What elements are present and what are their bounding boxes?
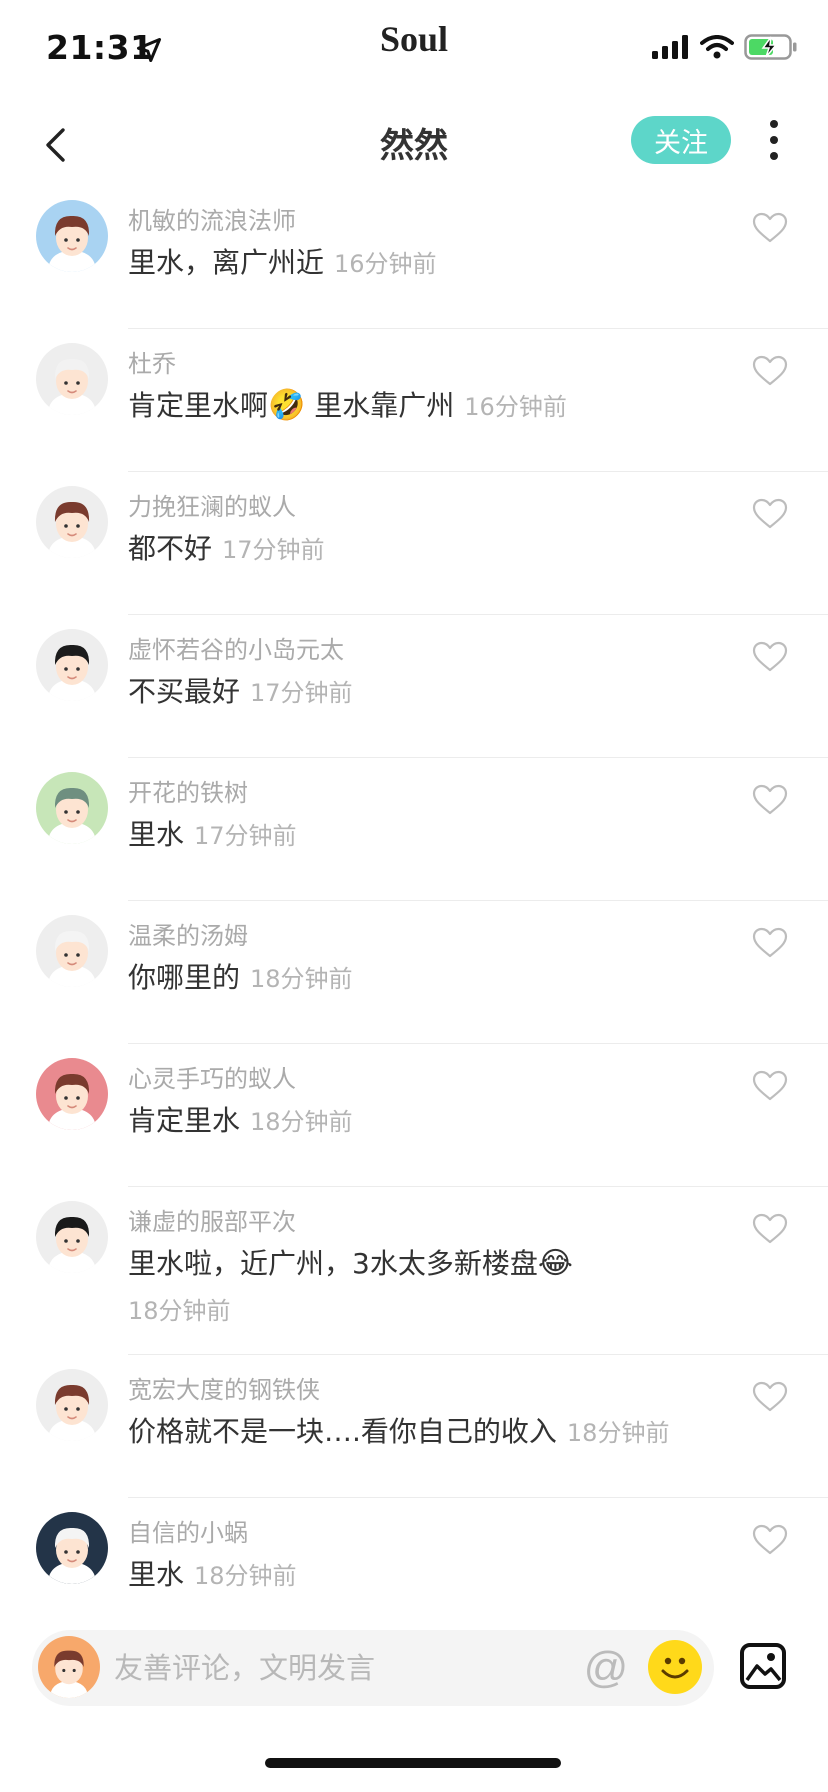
- follow-button[interactable]: 关注: [631, 116, 731, 164]
- comment-text: 里水，离广州近 16分钟前: [128, 246, 437, 279]
- avatar[interactable]: [36, 200, 108, 272]
- comment-row[interactable]: 温柔的汤姆你哪里的 18分钟前: [0, 901, 828, 1044]
- comment-time: 18分钟前: [250, 965, 353, 993]
- comment-composer: @: [0, 1620, 828, 1730]
- comment-row[interactable]: 谦虚的服部平次 里水啦，近广州，3水太多新楼盘😂 18分钟前: [0, 1187, 828, 1355]
- avatar[interactable]: [36, 1512, 108, 1584]
- comment-text: 里水 18分钟前: [128, 1558, 297, 1591]
- comment-list[interactable]: 机敏的流浪法师 里水，离广州近 16分钟前杜乔肯定里水啊🤣 里水靠广州 16分钟前力挽…: [0, 186, 828, 1606]
- commenter-name[interactable]: 杜乔: [128, 347, 728, 381]
- commenter-name[interactable]: 心灵手巧的蚁人: [128, 1062, 728, 1096]
- commenter-name[interactable]: 谦虚的服部平次: [128, 1205, 728, 1239]
- comment-text: 肯定里水啊🤣 里水靠广州 16分钟前: [128, 388, 567, 423]
- comment-body: 自信的小蜗里水 18分钟前: [128, 1510, 828, 1606]
- comment-row[interactable]: 心灵手巧的蚁人 肯定里水 18分钟前: [0, 1044, 828, 1187]
- commenter-name[interactable]: 机敏的流浪法师: [128, 204, 728, 238]
- comment-time: 18分钟前: [566, 1419, 670, 1447]
- more-options-button[interactable]: [756, 114, 792, 166]
- comment-time: 17分钟前: [250, 679, 353, 707]
- wifi-icon: [700, 35, 734, 59]
- comment-text: 价格就不是一块….看你自己的收入 18分钟前: [128, 1415, 670, 1448]
- commenter-name[interactable]: 力挽狂澜的蚁人: [128, 490, 728, 524]
- avatar[interactable]: [36, 343, 108, 415]
- comment-row[interactable]: 力挽狂澜的蚁人 都不好 17分钟前: [0, 472, 828, 615]
- comment-row[interactable]: 杜乔肯定里水啊🤣 里水靠广州 16分钟前: [0, 329, 828, 472]
- commenter-name[interactable]: 温柔的汤姆: [128, 919, 728, 953]
- comment-time: 18分钟前: [194, 1562, 297, 1590]
- avatar[interactable]: [36, 1058, 108, 1130]
- comment-body: 开花的铁树里水 17分钟前: [128, 770, 828, 901]
- comment-text: 都不好 17分钟前: [128, 532, 325, 565]
- heart-icon[interactable]: [752, 1381, 788, 1413]
- comment-body: 机敏的流浪法师 里水，离广州近 16分钟前: [128, 198, 828, 329]
- comment-text: 里水啦，近广州，3水太多新楼盘😂: [128, 1246, 573, 1281]
- heart-icon[interactable]: [752, 1213, 788, 1245]
- comment-time: 18分钟前: [250, 1108, 353, 1136]
- home-indicator: [265, 1758, 561, 1768]
- comment-time: 17分钟前: [194, 822, 297, 850]
- chevron-left-icon: [46, 128, 65, 162]
- heart-icon[interactable]: [752, 1524, 788, 1556]
- avatar[interactable]: [36, 629, 108, 701]
- battery-charging-icon: [744, 34, 797, 60]
- commenter-name[interactable]: 自信的小蜗: [128, 1516, 728, 1550]
- commenter-name[interactable]: 开花的铁树: [128, 776, 728, 810]
- comment-row[interactable]: 机敏的流浪法师 里水，离广州近 16分钟前: [0, 186, 828, 329]
- heart-icon[interactable]: [752, 1070, 788, 1102]
- signal-icon: [652, 35, 688, 59]
- avatar[interactable]: [36, 1201, 108, 1273]
- image-icon: [740, 1643, 786, 1689]
- back-button[interactable]: [30, 120, 80, 170]
- comment-body: 力挽狂澜的蚁人 都不好 17分钟前: [128, 484, 828, 615]
- comment-row[interactable]: 虚怀若谷的小岛元太 不买最好 17分钟前: [0, 615, 828, 758]
- comment-time: 18分钟前: [128, 1297, 231, 1325]
- comment-time: 16分钟前: [334, 250, 437, 278]
- comment-text: 你哪里的 18分钟前: [128, 961, 353, 994]
- heart-icon[interactable]: [752, 212, 788, 244]
- heart-icon[interactable]: [752, 498, 788, 530]
- comment-time: 16分钟前: [464, 393, 567, 421]
- image-button[interactable]: [739, 1642, 787, 1690]
- avatar[interactable]: [36, 1369, 108, 1441]
- comment-body: 宽宏大度的钢铁侠 价格就不是一块….看你自己的收入 18分钟前: [128, 1367, 828, 1498]
- comment-row[interactable]: 开花的铁树里水 17分钟前: [0, 758, 828, 901]
- comment-body: 杜乔肯定里水啊🤣 里水靠广州 16分钟前: [128, 341, 828, 472]
- avatar[interactable]: [36, 772, 108, 844]
- mention-button[interactable]: @: [580, 1642, 632, 1694]
- comment-body: 心灵手巧的蚁人 肯定里水 18分钟前: [128, 1056, 828, 1187]
- my-avatar: [38, 1636, 100, 1698]
- comment-row[interactable]: 自信的小蜗里水 18分钟前: [0, 1498, 828, 1606]
- more-vertical-icon: [770, 120, 778, 128]
- comment-text: 里水 17分钟前: [128, 818, 297, 851]
- comment-text: 肯定里水 18分钟前: [128, 1104, 353, 1137]
- comment-input[interactable]: [114, 1640, 564, 1696]
- avatar[interactable]: [36, 915, 108, 987]
- comment-body: 虚怀若谷的小岛元太 不买最好 17分钟前: [128, 627, 828, 758]
- heart-icon[interactable]: [752, 355, 788, 387]
- emoji-button[interactable]: [648, 1640, 702, 1694]
- heart-icon[interactable]: [752, 641, 788, 673]
- status-icons: [652, 34, 798, 60]
- smiley-icon: [661, 1657, 689, 1679]
- comment-row[interactable]: 宽宏大度的钢铁侠 价格就不是一块….看你自己的收入 18分钟前: [0, 1355, 828, 1498]
- comment-input-pill: @: [32, 1630, 714, 1706]
- status-bar: 21:31 Soul: [0, 0, 828, 100]
- emoji: 😂: [537, 1246, 573, 1281]
- avatar[interactable]: [36, 486, 108, 558]
- comment-time: 17分钟前: [222, 536, 325, 564]
- heart-icon[interactable]: [752, 927, 788, 959]
- emoji: 🤣: [268, 388, 306, 423]
- comment-body: 温柔的汤姆你哪里的 18分钟前: [128, 913, 828, 1044]
- commenter-name[interactable]: 虚怀若谷的小岛元太: [128, 633, 728, 667]
- heart-icon[interactable]: [752, 784, 788, 816]
- top-nav: 然然 关注: [0, 100, 828, 190]
- commenter-name[interactable]: 宽宏大度的钢铁侠: [128, 1373, 728, 1407]
- comment-body: 谦虚的服部平次 里水啦，近广州，3水太多新楼盘😂 18分钟前: [128, 1199, 828, 1355]
- comment-text: 不买最好 17分钟前: [128, 675, 353, 708]
